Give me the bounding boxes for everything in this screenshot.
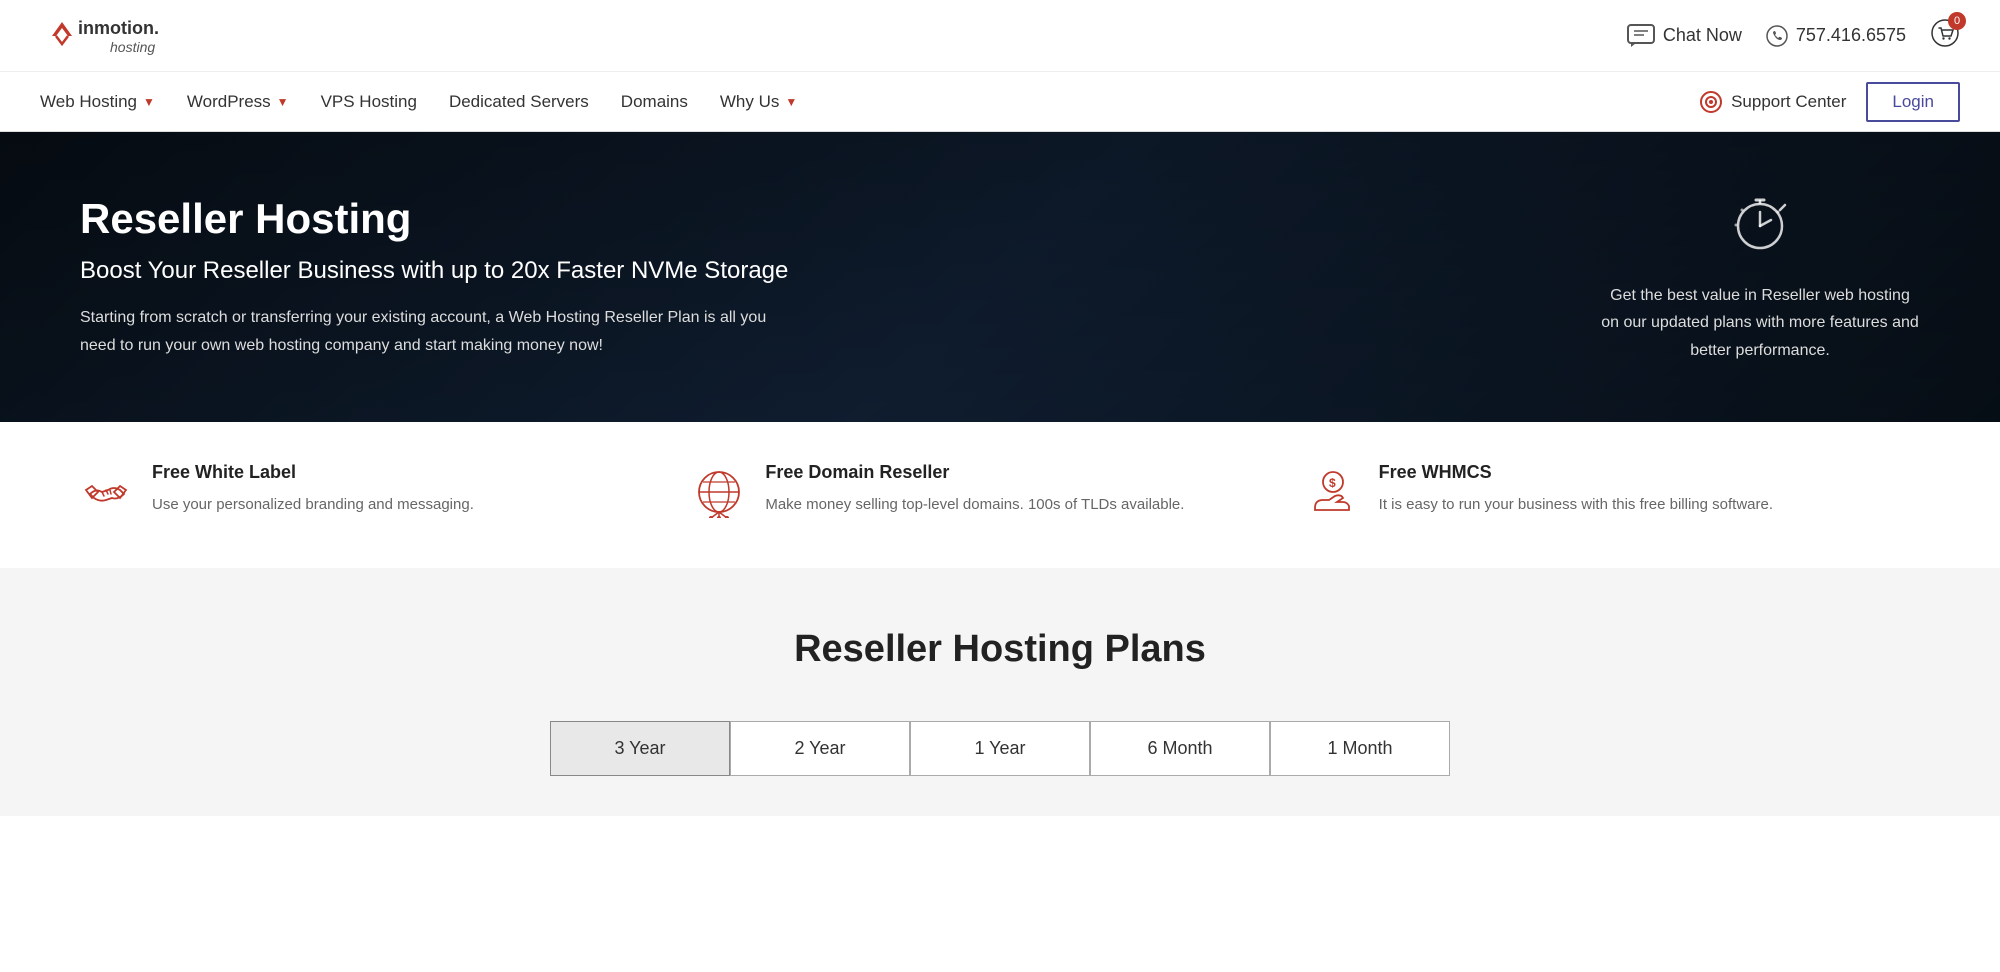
domain-reseller-title: Free Domain Reseller xyxy=(765,462,1184,483)
login-button[interactable]: Login xyxy=(1866,82,1960,122)
main-nav: Web Hosting ▼ WordPress ▼ VPS Hosting De… xyxy=(0,72,2000,132)
svg-text:$: $ xyxy=(1329,476,1336,490)
nav-wordpress[interactable]: WordPress ▼ xyxy=(187,92,289,112)
domain-reseller-body: Free Domain Reseller Make money selling … xyxy=(765,462,1184,517)
billing-tab-1year[interactable]: 1 Year xyxy=(910,721,1090,776)
chat-icon xyxy=(1627,24,1655,48)
white-label-body: Free White Label Use your personalized b… xyxy=(152,462,474,517)
hero-side-icon xyxy=(1600,190,1920,266)
domain-reseller-desc: Make money selling top-level domains. 10… xyxy=(765,493,1184,517)
billing-tab-2year[interactable]: 2 Year xyxy=(730,721,910,776)
support-center-link[interactable]: Support Center xyxy=(1699,90,1846,114)
svg-text:inmotion.: inmotion. xyxy=(78,18,159,38)
feature-white-label: Free White Label Use your personalized b… xyxy=(80,462,693,528)
hero-title: Reseller Hosting xyxy=(80,195,800,243)
domain-reseller-icon xyxy=(693,466,745,528)
hero-side: Get the best value in Reseller web hosti… xyxy=(1600,190,1920,364)
whmcs-icon: $ xyxy=(1307,466,1359,528)
nav-why-us-chevron: ▼ xyxy=(785,95,797,109)
stopwatch-icon xyxy=(1728,190,1792,254)
whmcs-body: Free WHMCS It is easy to run your busine… xyxy=(1379,462,1773,517)
hero-section: Reseller Hosting Boost Your Reseller Bus… xyxy=(0,132,2000,422)
hero-description: Starting from scratch or transferring yo… xyxy=(80,304,800,358)
features-strip: Free White Label Use your personalized b… xyxy=(0,422,2000,568)
nav-why-us[interactable]: Why Us ▼ xyxy=(720,92,797,112)
nav-web-hosting-chevron: ▼ xyxy=(143,95,155,109)
cart-count: 0 xyxy=(1948,12,1966,30)
plans-section: Reseller Hosting Plans 3 Year 2 Year 1 Y… xyxy=(0,568,2000,816)
billing-tabs: 3 Year 2 Year 1 Year 6 Month 1 Month xyxy=(40,721,1960,776)
white-label-desc: Use your personalized branding and messa… xyxy=(152,493,474,517)
nav-web-hosting-label: Web Hosting xyxy=(40,92,137,112)
phone-action[interactable]: 757.416.6575 xyxy=(1766,25,1906,47)
whmcs-desc: It is easy to run your business with thi… xyxy=(1379,493,1773,517)
cart-button[interactable]: 0 xyxy=(1930,18,1960,53)
handshake-icon xyxy=(80,466,132,518)
nav-dedicated-servers-label: Dedicated Servers xyxy=(449,92,589,112)
globe-domain-icon xyxy=(693,466,745,518)
phone-number: 757.416.6575 xyxy=(1796,25,1906,46)
svg-text:hosting: hosting xyxy=(110,39,155,55)
nav-dedicated-servers[interactable]: Dedicated Servers xyxy=(449,92,589,112)
billing-tab-3year[interactable]: 3 Year xyxy=(550,721,730,776)
hero-subtitle: Boost Your Reseller Business with up to … xyxy=(80,255,800,286)
nav-vps-hosting[interactable]: VPS Hosting xyxy=(321,92,417,112)
white-label-title: Free White Label xyxy=(152,462,474,483)
nav-why-us-label: Why Us xyxy=(720,92,780,112)
support-center-label: Support Center xyxy=(1731,92,1846,112)
nav-domains[interactable]: Domains xyxy=(621,92,688,112)
phone-icon xyxy=(1766,25,1788,47)
support-icon xyxy=(1699,90,1723,114)
white-label-icon xyxy=(80,466,132,528)
feature-whmcs: $ Free WHMCS It is easy to run your busi… xyxy=(1307,462,1920,528)
plans-title: Reseller Hosting Plans xyxy=(40,628,1960,671)
hero-content: Reseller Hosting Boost Your Reseller Bus… xyxy=(80,195,800,359)
feature-domain-reseller: Free Domain Reseller Make money selling … xyxy=(693,462,1306,528)
billing-tab-1month[interactable]: 1 Month xyxy=(1270,721,1450,776)
top-actions: Chat Now 757.416.6575 0 xyxy=(1627,18,1960,53)
nav-wordpress-label: WordPress xyxy=(187,92,271,112)
hero-side-text: Get the best value in Reseller web hosti… xyxy=(1600,282,1920,364)
nav-web-hosting[interactable]: Web Hosting ▼ xyxy=(40,92,155,112)
nav-wordpress-chevron: ▼ xyxy=(277,95,289,109)
billing-tab-6month[interactable]: 6 Month xyxy=(1090,721,1270,776)
nav-vps-hosting-label: VPS Hosting xyxy=(321,92,417,112)
whmcs-title: Free WHMCS xyxy=(1379,462,1773,483)
chat-now-link[interactable]: Chat Now xyxy=(1627,24,1742,48)
logo-svg: inmotion. hosting xyxy=(40,14,220,58)
logo[interactable]: inmotion. hosting xyxy=(40,14,220,58)
nav-domains-label: Domains xyxy=(621,92,688,112)
nav-right: Support Center Login xyxy=(1699,82,1960,122)
top-bar: inmotion. hosting Chat Now 757.416.6575 xyxy=(0,0,2000,72)
billing-hand-icon: $ xyxy=(1307,466,1359,518)
chat-now-label: Chat Now xyxy=(1663,25,1742,46)
